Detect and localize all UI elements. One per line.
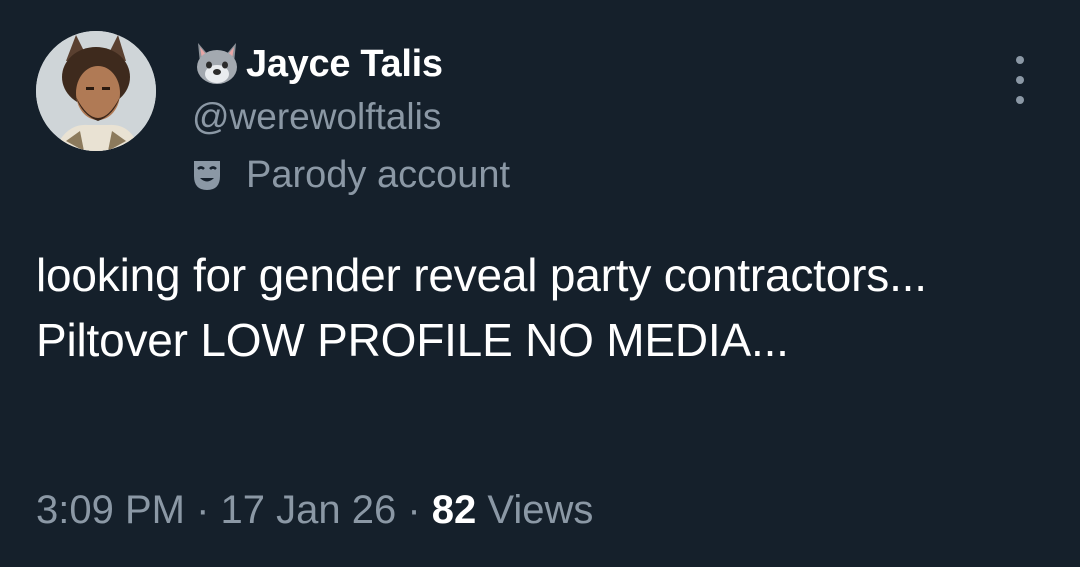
name-row[interactable]: Jayce Talis [192, 38, 510, 90]
tweet-time[interactable]: 3:09 PM [36, 488, 185, 533]
avatar[interactable] [36, 31, 156, 151]
meta-separator: · [396, 488, 432, 532]
avatar-image [36, 31, 156, 151]
parody-account-label: Parody account [246, 153, 511, 196]
views-count[interactable]: 82 [432, 488, 477, 533]
tweet-meta: 3:09 PM · 17 Jan 26 · 82 Views [36, 488, 593, 533]
display-name[interactable]: Jayce Talis [246, 43, 443, 86]
more-vertical-icon-dot [1016, 76, 1024, 84]
wolf-face-icon [192, 40, 244, 88]
tweet-card: Jayce Talis @werewolftalis Parody accoun… [0, 0, 1080, 567]
user-handle[interactable]: @werewolftalis [192, 94, 510, 140]
more-options-button[interactable] [1004, 56, 1036, 104]
tweet-header: Jayce Talis @werewolftalis Parody accoun… [192, 38, 510, 200]
more-vertical-icon-dot [1016, 96, 1024, 104]
meta-separator: · [184, 488, 221, 532]
tweet-date[interactable]: 17 Jan 26 [221, 488, 397, 533]
views-label: Views [476, 488, 594, 532]
tweet-text: looking for gender reveal party contract… [36, 249, 927, 366]
parody-label-row: Parody account [192, 150, 510, 200]
more-vertical-icon [1016, 56, 1024, 64]
theater-mask-icon [192, 157, 224, 193]
